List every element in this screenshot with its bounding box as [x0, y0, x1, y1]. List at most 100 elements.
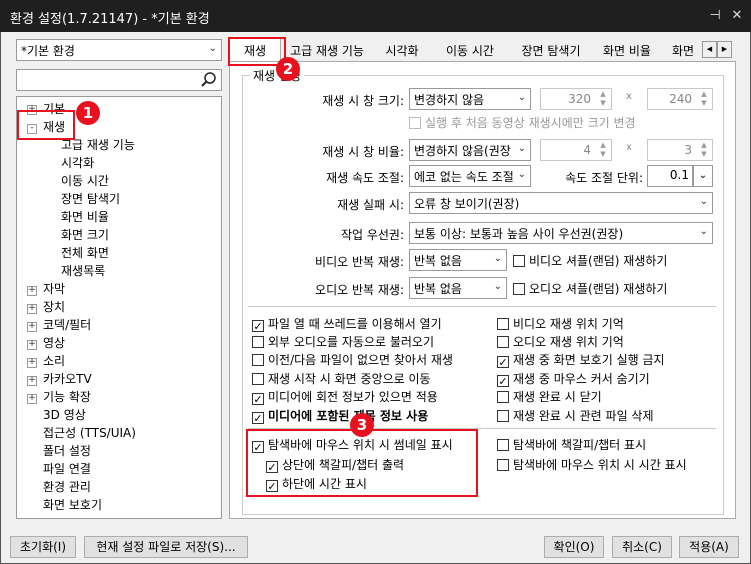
tab-seek-time[interactable]: 이동 시간 [435, 38, 505, 61]
pin-icon[interactable]: ⊣ [705, 6, 725, 26]
window-ratio-select[interactable]: 변경하지 않음(권장 ⌄ [409, 139, 531, 161]
window-size-select[interactable]: 변경하지 않음 ⌄ [409, 88, 531, 110]
tab-ratio[interactable]: 화면 비율 [595, 38, 659, 61]
step-badge-1: 1 [76, 101, 100, 125]
option-rotation[interactable]: ✓ 미디어에 회전 정보가 있으면 적용 [252, 388, 438, 405]
tree-item-visual[interactable]: 시각화 [61, 154, 94, 171]
spin-arrows-icon[interactable]: ▲ ▼ [698, 90, 710, 108]
tab-screen[interactable]: 화면 [665, 38, 701, 61]
cancel-button[interactable]: 취소(C) [612, 536, 672, 558]
tab-advanced[interactable]: 고급 재생 기능 [283, 38, 371, 61]
chevron-down-icon: ⌄ [208, 43, 217, 54]
checkbox-box: ✓ [252, 393, 264, 406]
speed-unit-dropdown[interactable]: ⌄ [693, 165, 713, 187]
tree-item-extension[interactable]: 기능 확장 [43, 388, 91, 405]
option-audio-position[interactable]: 오디오 재생 위치 기억 [497, 333, 624, 350]
width-spinner[interactable]: 320 ▲ ▼ [540, 88, 612, 110]
option-video-position[interactable]: 비디오 재생 위치 기억 [497, 315, 624, 332]
option-label: 비디오 재생 위치 기억 [513, 317, 624, 331]
audio-repeat-value: 반복 없음 [414, 282, 462, 296]
first-only-checkbox[interactable]: 실행 후 처음 동영상 재생시에만 크기 변경 [409, 114, 636, 131]
checkbox-box [409, 117, 421, 129]
tree-item-accessibility[interactable]: 접근성 (TTS/UIA) [43, 424, 136, 441]
expand-plus-icon[interactable]: + [27, 376, 37, 386]
close-icon[interactable]: ✕ [727, 6, 747, 26]
tree-item-scene[interactable]: 장면 탐색기 [61, 190, 120, 207]
height-value: 240 [669, 92, 692, 106]
expand-plus-icon[interactable]: + [27, 286, 37, 296]
spin-arrows-icon[interactable]: ▲ ▼ [597, 90, 609, 108]
fail-label: 재생 실패 시: [337, 198, 404, 212]
ok-button[interactable]: 확인(O) [544, 536, 604, 558]
option-auto-audio[interactable]: 외부 오디오를 자동으로 불러오기 [252, 333, 434, 350]
height-spinner[interactable]: 240 ▲ ▼ [647, 88, 713, 110]
ratio-width-spinner[interactable]: 4 ▲ ▼ [540, 139, 612, 161]
expand-plus-icon[interactable]: + [27, 358, 37, 368]
apply-button[interactable]: 적용(A) [679, 536, 739, 558]
profile-value: *기본 환경 [21, 44, 75, 58]
tree-item-env-manage[interactable]: 환경 관리 [43, 478, 91, 495]
spin-arrows-icon[interactable]: ▲ ▼ [597, 141, 609, 159]
audio-shuffle-checkbox[interactable]: 오디오 셔플(랜덤) 재생하기 [513, 280, 667, 297]
option-close-on-end[interactable]: 재생 완료 시 닫기 [497, 388, 602, 405]
option-thread-open[interactable]: ✓ 파일 열 때 쓰레드를 이용해서 열기 [252, 315, 442, 332]
tree-item-screensaver[interactable]: 화면 보호기 [43, 496, 102, 513]
reset-button[interactable]: 초기화(I) [10, 536, 76, 558]
tree-item-video[interactable]: 영상 [43, 334, 65, 351]
option-center-window[interactable]: 재생 시작 시 화면 중앙으로 이동 [252, 370, 431, 387]
chevron-down-icon: ⌄ [493, 281, 502, 292]
video-repeat-label: 비디오 반복 재생: [315, 255, 404, 269]
tree-item-seek-time[interactable]: 이동 시간 [61, 172, 109, 189]
tree-item-codec[interactable]: 코덱/필터 [43, 316, 91, 333]
option-seek-chapter[interactable]: 탐색바에 책갈피/챕터 표시 [497, 436, 646, 453]
settings-tree[interactable]: + 기본 - 재생 고급 재생 기능 시각화 이동 시간 장면 탐색기 화면 비… [16, 96, 222, 519]
search-input[interactable] [16, 69, 222, 91]
option-find-next[interactable]: 이전/다음 파일이 없으면 찾아서 재생 [252, 351, 453, 368]
profile-select[interactable]: *기본 환경 ⌄ [16, 39, 222, 61]
option-delete-on-end[interactable]: 재생 완료 시 관련 파일 삭제 [497, 407, 654, 424]
option-no-screensaver[interactable]: ✓ 재생 중 화면 보호기 실행 금지 [497, 351, 665, 368]
priority-select[interactable]: 보통 이상: 보통과 높음 사이 우선권(권장) ⌄ [409, 222, 713, 244]
option-hide-cursor[interactable]: ✓ 재생 중 마우스 커서 숨기기 [497, 370, 650, 387]
expand-plus-icon[interactable]: + [27, 394, 37, 404]
speed-unit-input[interactable]: 0.1 [647, 165, 693, 187]
tree-item-folder[interactable]: 폴더 설정 [43, 442, 91, 459]
priority-value: 보통 이상: 보통과 높음 사이 우선권(권장) [414, 227, 624, 241]
tree-item-device[interactable]: 장치 [43, 298, 65, 315]
video-shuffle-checkbox[interactable]: 비디오 셔플(랜덤) 재생하기 [513, 252, 667, 269]
search-icon[interactable] [200, 71, 218, 92]
expand-plus-icon[interactable]: + [27, 322, 37, 332]
option-seek-time[interactable]: 탐색바에 마우스 위치 시 시간 표시 [497, 456, 687, 473]
window-size-label: 재생 시 창 크기: [322, 94, 404, 108]
chevron-down-icon: ⌄ [698, 170, 708, 181]
spin-arrows-icon[interactable]: ▲ ▼ [698, 141, 710, 159]
tree-item-3d[interactable]: 3D 영상 [43, 406, 86, 423]
option-title-info[interactable]: ✓ 미디어에 포함된 제목 정보 사용 [252, 407, 428, 424]
audio-repeat-select[interactable]: 반복 없음 ⌄ [409, 277, 507, 299]
expand-plus-icon[interactable]: + [27, 304, 37, 314]
tab-visual[interactable]: 시각화 [377, 38, 427, 61]
tab-scroll-left-icon[interactable]: ◀ [702, 41, 717, 58]
tree-item-kakaotv[interactable]: 카카오TV [43, 370, 92, 387]
checkbox-box: ✓ [497, 375, 509, 388]
chevron-down-icon: ⌄ [517, 92, 526, 103]
tree-item-size[interactable]: 화면 크기 [61, 226, 109, 243]
tree-item-ratio[interactable]: 화면 비율 [61, 208, 109, 225]
chevron-down-icon: ⌄ [517, 143, 526, 154]
save-as-button[interactable]: 현재 설정 파일로 저장(S)... [84, 536, 248, 558]
option-label: 미디어에 포함된 제목 정보 사용 [268, 409, 429, 423]
expand-plus-icon[interactable]: + [27, 340, 37, 350]
tree-item-association[interactable]: 파일 연결 [43, 460, 91, 477]
speed-select[interactable]: 에코 없는 속도 조절 ⌄ [409, 165, 531, 187]
tree-item-fullscreen[interactable]: 전체 화면 [61, 244, 109, 261]
fail-select[interactable]: 오류 창 보이기(권장) ⌄ [409, 192, 713, 214]
tree-item-sound[interactable]: 소리 [43, 352, 65, 369]
tab-scene[interactable]: 장면 탐색기 [511, 38, 591, 61]
tree-item-playlist[interactable]: 재생목록 [61, 262, 105, 279]
checkbox-box [497, 336, 509, 348]
tab-scroll-right-icon[interactable]: ▶ [717, 41, 732, 58]
video-repeat-select[interactable]: 반복 없음 ⌄ [409, 249, 507, 271]
ratio-height-spinner[interactable]: 3 ▲ ▼ [647, 139, 713, 161]
tree-item-subtitle[interactable]: 자막 [43, 280, 65, 297]
times-sign: x [626, 91, 632, 102]
